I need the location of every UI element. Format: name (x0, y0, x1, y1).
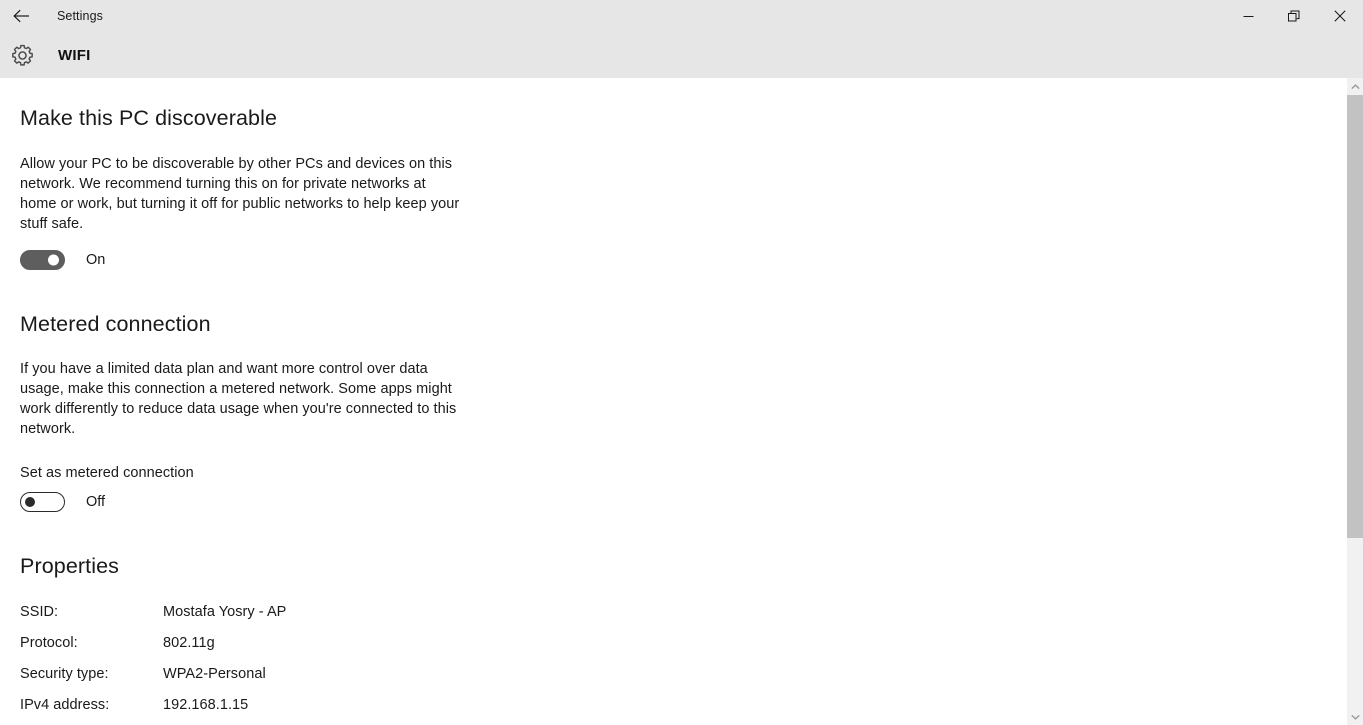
property-value: 192.168.1.15 (163, 697, 249, 713)
settings-content: Make this PC discoverable Allow your PC … (0, 78, 1347, 725)
scroll-down-button[interactable] (1347, 708, 1363, 725)
app-title: Settings (57, 9, 103, 23)
minimize-icon (1243, 15, 1253, 17)
arrow-left-icon (13, 9, 29, 23)
page-title: WIFI (58, 46, 91, 64)
table-row: Protocol: 802.11g (20, 635, 1347, 666)
table-row: IPv4 address: 192.168.1.15 (20, 697, 1347, 725)
title-bar: Settings (0, 0, 1363, 32)
chevron-down-icon (1350, 714, 1360, 720)
minimize-button[interactable] (1225, 0, 1271, 32)
metered-toggle-row: Off (20, 492, 1347, 512)
metered-description: If you have a limited data plan and want… (20, 361, 457, 437)
close-icon (1334, 10, 1346, 22)
toggle-knob (48, 254, 59, 266)
property-label: SSID: (20, 604, 59, 620)
property-label: IPv4 address: (20, 697, 110, 713)
property-label: Protocol: (20, 635, 78, 651)
metered-toggle-label: Off (86, 494, 106, 510)
chevron-up-icon (1350, 83, 1360, 89)
vertical-scrollbar[interactable] (1347, 78, 1363, 725)
metered-sub-label: Set as metered connection (20, 465, 194, 481)
metered-toggle[interactable] (20, 492, 65, 512)
discoverable-toggle-row: On (20, 250, 1347, 270)
settings-window: Settings WIFI Make this PC discoverable … (0, 0, 1363, 725)
close-button[interactable] (1317, 0, 1363, 32)
property-value: WPA2-Personal (163, 666, 266, 682)
properties-table: SSID: Mostafa Yosry - AP Protocol: 802.1… (20, 604, 1347, 725)
table-row: Security type: WPA2-Personal (20, 666, 1347, 697)
discoverable-description: Allow your PC to be discoverable by othe… (20, 156, 460, 232)
gear-icon (11, 44, 33, 66)
window-controls (1225, 0, 1363, 32)
discoverable-heading: Make this PC discoverable (20, 106, 278, 130)
properties-heading: Properties (20, 554, 119, 578)
page-header: WIFI (0, 32, 1363, 78)
property-value: 802.11g (163, 635, 215, 651)
table-row: SSID: Mostafa Yosry - AP (20, 604, 1347, 635)
discoverable-toggle[interactable] (20, 250, 65, 270)
discoverable-toggle-label: On (86, 252, 106, 268)
property-value: Mostafa Yosry - AP (163, 604, 287, 620)
toggle-knob (25, 497, 35, 507)
scroll-up-button[interactable] (1347, 78, 1363, 95)
metered-heading: Metered connection (20, 312, 211, 336)
back-button[interactable] (0, 0, 44, 32)
maximize-restore-button[interactable] (1271, 0, 1317, 32)
scrollbar-thumb[interactable] (1347, 95, 1363, 538)
gear-icon-wrapper (1, 44, 43, 67)
property-label: Security type: (20, 666, 109, 682)
restore-window-icon (1288, 10, 1300, 22)
